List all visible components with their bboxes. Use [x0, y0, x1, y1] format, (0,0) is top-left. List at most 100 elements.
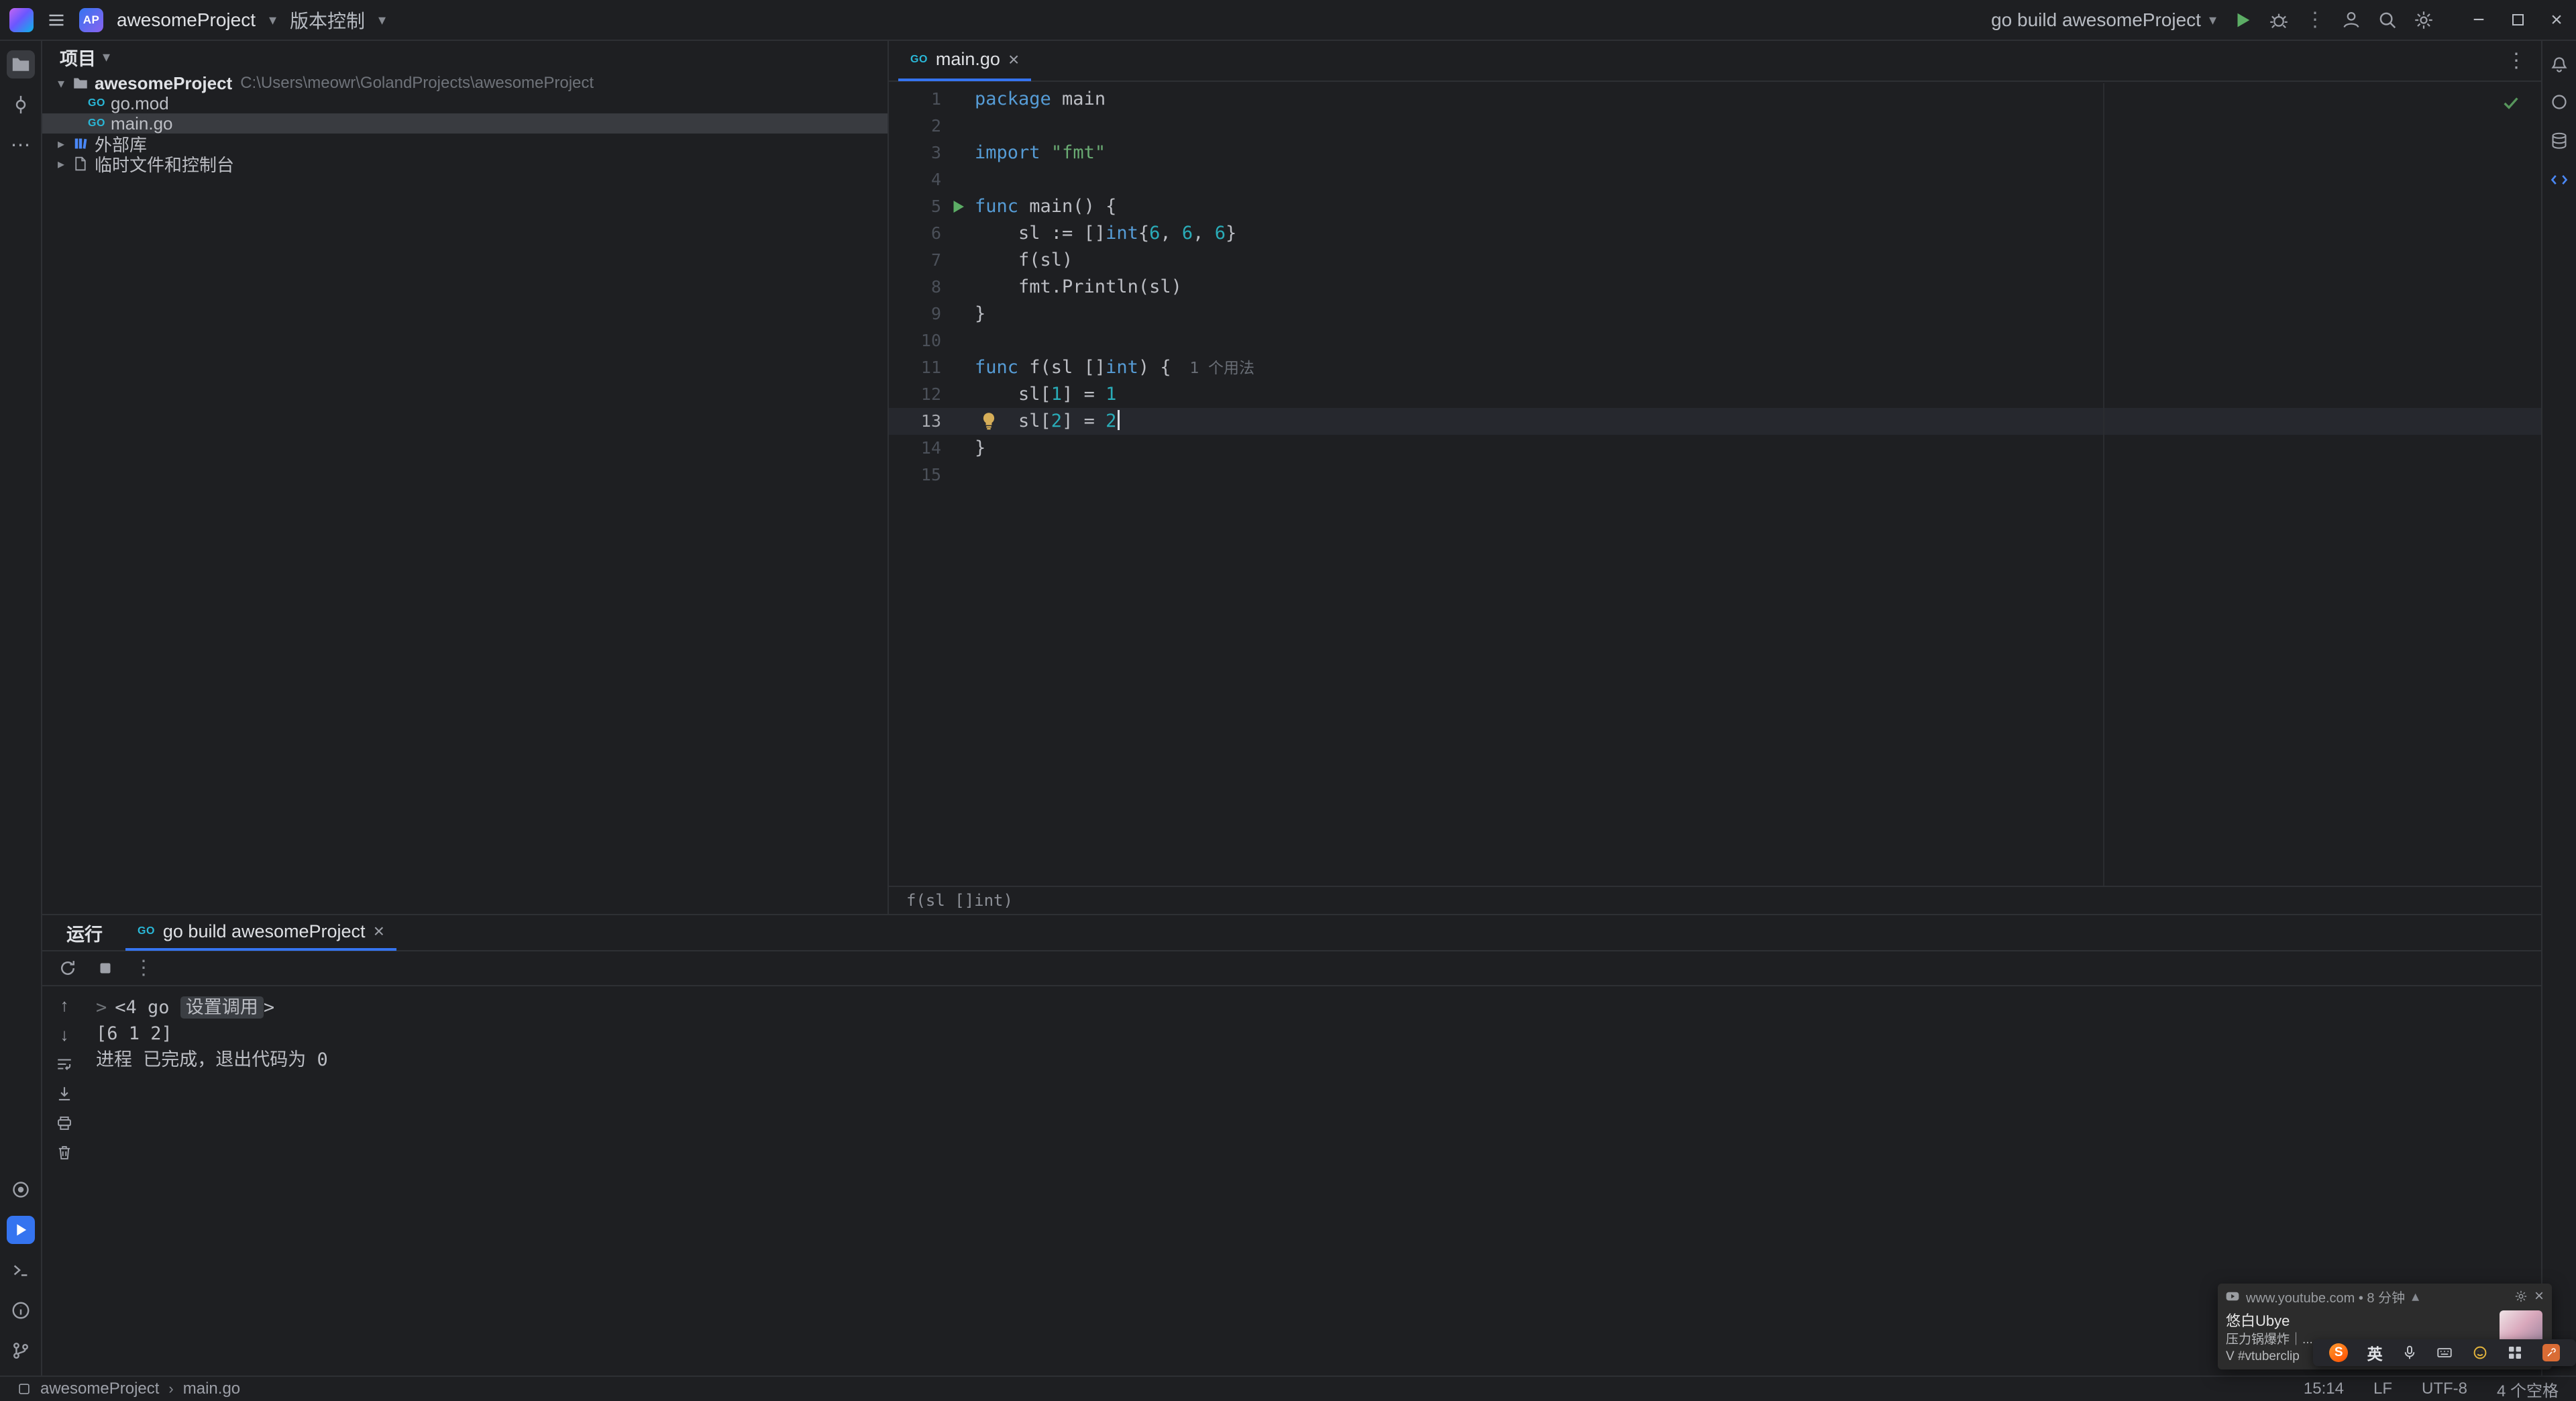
problems-tool-icon[interactable]: [7, 1296, 35, 1325]
more-tools-icon[interactable]: ⋯: [7, 131, 35, 159]
chevron-up-icon[interactable]: ▴: [2412, 1289, 2419, 1304]
run-configuration-select[interactable]: go build awesomeProject ▾: [1991, 9, 2216, 31]
code-line[interactable]: 5 func main() {: [889, 193, 2541, 220]
run-line-icon[interactable]: [941, 198, 975, 215]
run-button[interactable]: [2233, 10, 2253, 30]
code-line-content: fmt.Println(sl): [975, 274, 2541, 301]
fold-expander-icon[interactable]: >: [96, 997, 107, 1018]
breadcrumb-context[interactable]: f(sl []int): [906, 891, 1013, 910]
soft-wrap-icon[interactable]: [55, 1055, 74, 1074]
chevron-down-icon[interactable]: ▾: [103, 50, 110, 64]
vcs-widget[interactable]: 版本控制: [290, 7, 365, 34]
goland-logo: [9, 7, 34, 32]
commit-tool-icon[interactable]: [7, 91, 35, 119]
database-tool-icon[interactable]: [2545, 127, 2573, 155]
chevron-right-icon[interactable]: ▸: [52, 156, 70, 172]
sogou-logo-icon[interactable]: S: [2329, 1343, 2349, 1362]
code-line[interactable]: 12 sl[1] = 1: [889, 381, 2541, 408]
caret-position[interactable]: 15:14: [2304, 1380, 2344, 1398]
services-tool-icon[interactable]: [7, 1176, 35, 1204]
tab-options-kebab-icon[interactable]: ⋮: [2506, 49, 2526, 72]
run-options-kebab-icon[interactable]: ⋮: [133, 958, 154, 978]
tree-row-external-libraries[interactable]: ▸ 外部库: [42, 134, 888, 154]
rerun-button[interactable]: [58, 959, 77, 978]
project-panel-title[interactable]: 项目: [60, 44, 96, 70]
chevron-down-icon[interactable]: ▾: [52, 75, 70, 92]
editor-tab-maingo[interactable]: GO main.go ×: [898, 40, 1032, 81]
tree-row-root[interactable]: ▾ awesomeProject C:\Users\meowr\GolandPr…: [42, 73, 888, 93]
statusbar-file[interactable]: main.go: [183, 1380, 240, 1398]
search-everywhere-icon[interactable]: [2377, 10, 2398, 30]
tree-row-maingo[interactable]: GO main.go: [42, 113, 888, 134]
code-line[interactable]: 10: [889, 327, 2541, 354]
close-button[interactable]: ×: [2537, 0, 2576, 40]
code-line[interactable]: 4: [889, 166, 2541, 193]
code-line[interactable]: 8 fmt.Println(sl): [889, 274, 2541, 301]
run-tab[interactable]: GO go build awesomeProject ×: [125, 915, 396, 951]
console-token: >: [263, 997, 275, 1018]
code-line[interactable]: 13 sl[2] = 2: [889, 408, 2541, 435]
project-tool-icon[interactable]: [6, 50, 35, 79]
print-icon[interactable]: [55, 1114, 74, 1133]
maximize-button[interactable]: [2498, 0, 2537, 40]
console-lines[interactable]: > <4 go 设置调用 > [6 1 2] 进程 已完成，退出代码为 0: [87, 989, 2541, 1376]
ai-assistant-icon[interactable]: [2545, 88, 2573, 116]
code-line[interactable]: 14}: [889, 435, 2541, 462]
code-line[interactable]: 7 f(sl): [889, 247, 2541, 274]
settings-gear-icon[interactable]: [2414, 10, 2434, 30]
tree-row-scratches[interactable]: ▸ 临时文件和控制台: [42, 154, 888, 174]
code-editor[interactable]: 1 package main 2 3 import "fmt" 4 5 func main()…: [889, 83, 2541, 886]
code-line[interactable]: 3 import "fmt": [889, 140, 2541, 166]
intention-bulb-icon[interactable]: [979, 411, 999, 431]
chevron-down-icon[interactable]: ▾: [269, 12, 276, 28]
debug-button[interactable]: [2269, 10, 2289, 30]
project-name[interactable]: awesomeProject: [117, 9, 256, 31]
emoji-icon[interactable]: [2472, 1345, 2488, 1361]
stop-button[interactable]: [97, 960, 113, 976]
code-line[interactable]: 15: [889, 462, 2541, 488]
clear-console-icon[interactable]: [55, 1143, 74, 1162]
main-menu-icon[interactable]: [47, 11, 66, 30]
version-control-tool-icon[interactable]: [7, 1337, 35, 1365]
indent-style[interactable]: 4 个空格: [2497, 1378, 2559, 1401]
keyboard-icon[interactable]: [2436, 1345, 2453, 1361]
code-line[interactable]: 2: [889, 113, 2541, 140]
user-account-icon[interactable]: [2341, 10, 2361, 30]
skin-settings-icon[interactable]: [2542, 1344, 2560, 1361]
window-icon: [17, 1382, 31, 1396]
prev-occurrence-icon[interactable]: ↑: [55, 995, 74, 1015]
code-line[interactable]: 9}: [889, 301, 2541, 327]
next-occurrence-icon[interactable]: ↓: [55, 1025, 74, 1045]
code-token: ) {: [1138, 357, 1171, 378]
toast-close-icon[interactable]: ×: [2534, 1288, 2544, 1304]
terminal-tool-icon[interactable]: [7, 1256, 35, 1284]
close-tab-icon[interactable]: ×: [374, 922, 384, 941]
more-actions-kebab-icon[interactable]: ⋮: [2305, 9, 2325, 30]
microphone-icon[interactable]: [2402, 1345, 2418, 1361]
file-encoding[interactable]: UTF-8: [2422, 1380, 2467, 1398]
endpoints-code-icon[interactable]: [2545, 166, 2573, 194]
statusbar-project[interactable]: awesomeProject: [40, 1380, 159, 1398]
chevron-right-icon[interactable]: ▸: [52, 136, 70, 152]
maximize-icon: [2512, 14, 2524, 25]
ime-language-toggle[interactable]: 英: [2367, 1341, 2383, 1364]
chevron-down-icon[interactable]: ▾: [378, 12, 386, 28]
run-tool-icon[interactable]: [6, 1216, 35, 1244]
scroll-to-end-icon[interactable]: [55, 1084, 74, 1103]
code-line[interactable]: 1 package main: [889, 86, 2541, 113]
toolbox-grid-icon[interactable]: [2507, 1345, 2523, 1361]
minimize-button[interactable]: −: [2459, 0, 2498, 40]
code-line[interactable]: 6 sl := []int{6, 6, 6}: [889, 220, 2541, 247]
notifications-bell-icon[interactable]: [2545, 49, 2573, 77]
tree-row-gomod[interactable]: GO go.mod: [42, 93, 888, 113]
line-separator[interactable]: LF: [2373, 1380, 2392, 1398]
close-tab-icon[interactable]: ×: [1008, 50, 1019, 69]
code-token: 2: [1051, 411, 1063, 431]
breadcrumb[interactable]: f(sl []int): [889, 886, 2541, 914]
code-token: func: [975, 357, 1019, 378]
project-avatar-badge[interactable]: AP: [79, 7, 103, 32]
ime-toolbar[interactable]: S 英: [2313, 1339, 2576, 1366]
line-number: 1: [930, 89, 941, 109]
toast-settings-gear-icon[interactable]: [2514, 1290, 2528, 1303]
code-line[interactable]: 11 func f(sl []int) { 1 个用法: [889, 354, 2541, 381]
